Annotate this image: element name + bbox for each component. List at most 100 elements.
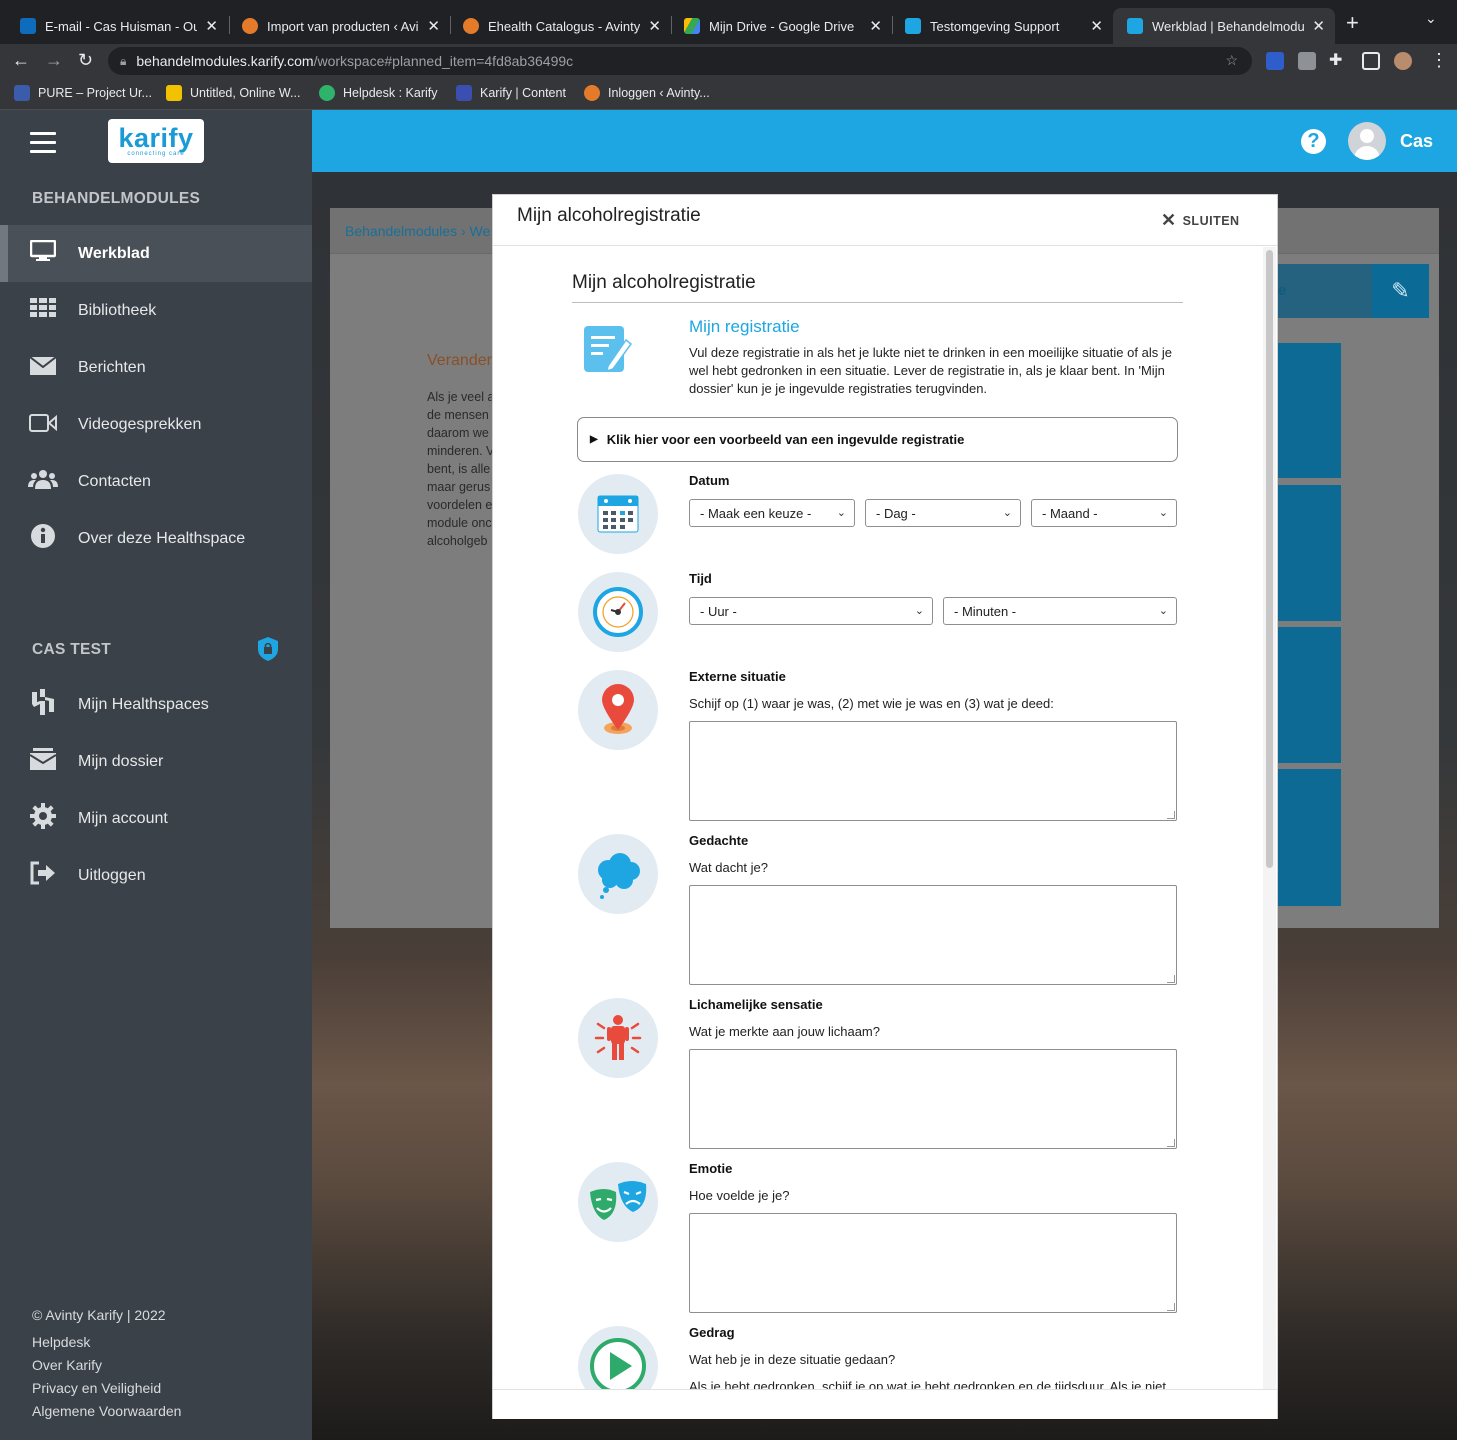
bookmark[interactable]: PURE – Project Ur... [14,85,152,101]
close-tab-icon[interactable]: ✕ [1312,17,1325,35]
externe-situatie-textarea[interactable] [689,721,1177,821]
gedachte-textarea[interactable] [689,885,1177,985]
edit-pencil-icon[interactable]: ✎ [1372,264,1429,318]
browser-tab[interactable]: E-mail - Cas Huisman - Outl ✕ [6,8,228,44]
extensions-puzzle-icon[interactable]: ✚ [1329,50,1342,70]
sidebar-item-mijn-dossier[interactable]: Mijn dossier [0,733,312,790]
tab-title: Import van producten ‹ Avinty [267,18,420,34]
browser-tab[interactable]: Import van producten ‹ Avinty ✕ [228,8,450,44]
envelope-icon [28,355,58,381]
sidebar: karify connecting care BEHANDELMODULES W… [0,110,312,1440]
sidebar-item-contacten[interactable]: Contacten [0,453,312,510]
registration-description: Vul deze registratie in als het je lukte… [689,345,1172,396]
close-tab-icon[interactable]: ✕ [1090,17,1103,35]
browser-menu-icon[interactable]: ⋮ [1430,50,1448,71]
module-tile[interactable] [1277,343,1341,478]
extension-icon[interactable] [1266,52,1284,70]
profile-avatar[interactable] [1394,52,1412,70]
section-title-cas-test: CAS TEST [32,641,112,658]
sensatie-textarea[interactable] [689,1049,1177,1149]
reload-icon[interactable]: ↻ [78,50,93,71]
forward-icon[interactable]: → [45,50,63,71]
datum-choice-select[interactable]: - Maak een keuze - ⌄ [689,499,855,527]
footer-link-voorwaarden[interactable]: Algemene Voorwaarden [32,1403,181,1419]
browser-tab[interactable]: Ehealth Catalogus - Avinty ✕ [449,8,671,44]
sidebar-item-bibliotheek[interactable]: Bibliotheek [0,282,312,339]
tijd-hour-select[interactable]: - Uur - ⌄ [689,597,933,625]
tijd-label: Tijd [689,571,712,586]
modal-title: Mijn alcoholregistratie [517,205,701,226]
back-icon[interactable]: ← [12,50,30,71]
sidebar-item-berichten[interactable]: Berichten [0,339,312,396]
close-button[interactable]: ✕ SLUITEN [1161,210,1240,231]
module-tile[interactable] [1277,627,1341,763]
pure-icon [14,85,30,101]
browser-tab[interactable]: Mijn Drive - Google Drive ✕ [670,8,892,44]
module-tile[interactable] [1277,769,1341,906]
caret-right-icon: ▶ [590,434,598,445]
breadcrumb[interactable]: Behandelmodules › We [345,223,490,239]
sidebar-item-mijn-account[interactable]: Mijn account [0,790,312,847]
select-value: - Minuten - [954,603,1017,619]
select-value: - Dag - [876,505,916,521]
close-tab-icon[interactable]: ✕ [648,17,661,35]
sidebar-item-label: Bibliotheek [78,301,157,319]
avatar[interactable] [1348,122,1386,160]
bookmark[interactable]: Helpdesk : Karify [319,85,437,101]
sidebar-item-label: Videogesprekken [78,415,202,433]
divider [572,302,1183,303]
miro-icon [166,85,182,101]
browser-tabbar: E-mail - Cas Huisman - Outl ✕ Import van… [0,0,1457,44]
browser-tab-active[interactable]: Werkblad | Behandelmodules ✕ [1113,8,1335,44]
close-tab-icon[interactable]: ✕ [427,17,440,35]
footer-link-helpdesk[interactable]: Helpdesk [32,1334,90,1350]
module-header-text: e [1278,282,1287,299]
close-tab-icon[interactable]: ✕ [205,17,218,35]
bookmark-label: Karify | Content [480,86,566,100]
outlook-icon [20,18,36,34]
extension-icon[interactable] [1298,52,1316,70]
address-bar[interactable]: 🔒︎ behandelmodules.karify.com/workspace#… [108,47,1252,75]
footer-link-privacy[interactable]: Privacy en Veiligheid [32,1380,161,1396]
close-tab-icon[interactable]: ✕ [869,17,882,35]
registration-notepad-icon [584,326,632,373]
menu-icon[interactable] [30,132,56,159]
karify-logo[interactable]: karify connecting care [108,119,204,163]
sidebar-item-videogesprekken[interactable]: Videogesprekken [0,396,312,453]
externe-situatie-help: Schijf op (1) waar je was, (2) met wie j… [689,696,1054,711]
bookmark[interactable]: Karify | Content [456,85,566,101]
footer-link-over-karify[interactable]: Over Karify [32,1357,102,1373]
bookmark-label: PURE – Project Ur... [38,86,152,100]
inbox-icon [28,747,58,776]
select-value: - Maak een keuze - [700,505,812,521]
theater-masks-icon [578,1162,658,1242]
tijd-minutes-select[interactable]: - Minuten - ⌄ [943,597,1177,625]
new-tab-icon[interactable]: + [1346,10,1359,36]
bookmark-star-icon[interactable]: ☆ [1225,52,1238,69]
sensatie-label: Lichamelijke sensatie [689,997,823,1012]
bookmark[interactable]: Untitled, Online W... [166,85,300,101]
modal-scrollbar-thumb[interactable] [1266,250,1273,868]
sidebar-item-label: Mijn dossier [78,752,164,770]
example-expander[interactable]: ▶ Klik hier voor een voorbeeld van een i… [577,417,1178,462]
sidebar-item-mijn-healthspaces[interactable]: Mijn Healthspaces [0,676,312,733]
gear-icon [28,802,58,835]
module-tile[interactable] [1277,485,1341,621]
gedrag-label: Gedrag [689,1325,735,1340]
info-icon [28,523,58,555]
browser-tab[interactable]: Testomgeving Support ✕ [891,8,1113,44]
sidebar-item-werkblad[interactable]: Werkblad [0,225,312,282]
sidebar-item-over-deze-healthspace[interactable]: Over deze Healthspace [0,510,312,567]
help-icon[interactable]: ? [1301,129,1326,154]
registration-modal: Mijn alcoholregistratie ✕ SLUITEN Mijn a… [492,194,1278,1419]
user-name[interactable]: Cas [1400,131,1433,152]
datum-month-select[interactable]: - Maand - ⌄ [1031,499,1177,527]
datum-day-select[interactable]: - Dag - ⌄ [865,499,1021,527]
avinty-icon [242,18,258,34]
sidebar-item-uitloggen[interactable]: Uitloggen [0,847,312,904]
bookmark[interactable]: Inloggen ‹ Avinty... [584,85,710,101]
healthspace-icon [28,688,58,721]
side-panel-icon[interactable] [1362,52,1380,70]
tab-search-icon[interactable]: ⌄ [1425,10,1437,27]
emotie-textarea[interactable] [689,1213,1177,1313]
